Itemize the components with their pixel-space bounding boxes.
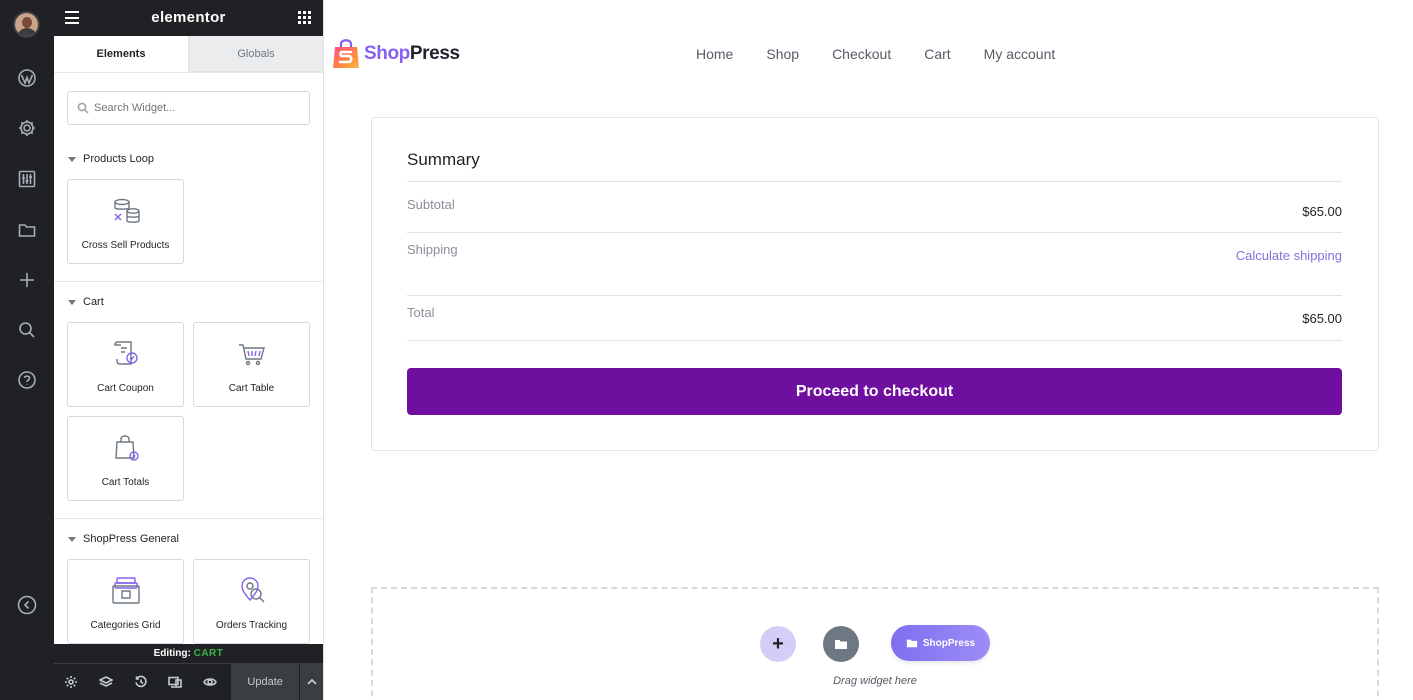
categories-grid-icon — [68, 574, 183, 608]
editing-document-name: CART — [193, 648, 224, 659]
shopping-bag-logo-icon — [333, 38, 360, 70]
widgets-list: Products Loop Cross Sell Products Cart C… — [54, 72, 323, 644]
editing-status: Editing: CART — [54, 644, 323, 664]
folder-icon — [835, 640, 847, 649]
proceed-to-checkout-button[interactable]: Proceed to checkout — [407, 368, 1342, 415]
search-icon[interactable] — [15, 318, 39, 342]
widget-cart-coupon[interactable]: Cart Coupon — [67, 322, 184, 407]
footer-settings-icon[interactable] — [54, 664, 89, 700]
nav-shop[interactable]: Shop — [766, 46, 799, 62]
widget-drop-area[interactable]: + ShopPress Drag widget here — [371, 587, 1379, 700]
elementor-panel: elementor Elements Globals Products Loop… — [54, 0, 324, 700]
shoppress-button-label: ShopPress — [922, 637, 976, 649]
total-label: Total — [407, 305, 435, 320]
add-section-button[interactable]: + — [760, 626, 796, 662]
widget-label: Cart Coupon — [97, 383, 154, 394]
cart-summary-card: Summary Subtotal $65.00 Shipping Calcula… — [371, 117, 1379, 451]
responsive-mode-icon[interactable] — [158, 664, 193, 700]
cross-sell-icon — [68, 194, 183, 228]
template-library-button[interactable] — [823, 626, 859, 662]
logo-press-text: Press — [409, 43, 460, 64]
folder-icon — [906, 639, 918, 648]
category-title: ShopPress General — [83, 533, 179, 545]
subtotal-label: Subtotal — [407, 197, 455, 212]
help-icon[interactable] — [15, 368, 39, 392]
logo-wordmark: ShopPress — [364, 43, 460, 65]
nav-checkout[interactable]: Checkout — [832, 46, 891, 62]
editor-rail — [0, 0, 54, 700]
widget-label: Cross Sell Products — [81, 240, 170, 251]
widget-label: Orders Tracking — [215, 620, 288, 631]
divider — [54, 281, 323, 282]
settings-gear-icon[interactable] — [15, 116, 39, 140]
panel-brand-title: elementor — [151, 9, 226, 26]
cart-coupon-icon — [68, 337, 183, 371]
page-preview: ShopPress Home Shop Checkout Cart My acc… — [324, 0, 1413, 700]
divider — [407, 232, 1342, 233]
caret-down-icon — [68, 299, 76, 305]
shoppress-templates-button[interactable]: ShopPress — [891, 625, 990, 661]
search-widget-input[interactable] — [94, 100, 294, 116]
navigator-layers-icon[interactable] — [89, 664, 124, 700]
tab-globals[interactable]: Globals — [188, 36, 323, 72]
widgets-grid-icon[interactable] — [298, 11, 311, 24]
add-plus-icon[interactable] — [15, 268, 39, 292]
panel-tabs: Elements Globals — [54, 36, 323, 72]
preview-eye-icon[interactable] — [192, 664, 227, 700]
divider — [407, 340, 1342, 341]
collapse-rail-icon[interactable] — [15, 593, 39, 617]
total-value: $65.00 — [1302, 311, 1342, 326]
widget-cart-table[interactable]: Cart Table — [193, 322, 310, 407]
panel-footer: Update — [54, 664, 323, 700]
divider — [407, 295, 1342, 296]
shoppress-logo[interactable]: ShopPress — [333, 38, 460, 70]
calculate-shipping-link[interactable]: Calculate shipping — [1236, 248, 1342, 263]
widget-cross-sell-products[interactable]: Cross Sell Products — [67, 179, 184, 264]
panel-header: elementor — [54, 0, 323, 36]
site-navigation: Home Shop Checkout Cart My account — [696, 46, 1088, 62]
cart-table-icon — [194, 337, 309, 371]
category-products-loop[interactable]: Products Loop — [68, 153, 154, 165]
editing-label: Editing: — [153, 648, 191, 659]
category-title: Cart — [83, 296, 104, 308]
search-widget-box — [67, 91, 310, 125]
logo-shop-text: Shop — [364, 43, 410, 64]
history-icon[interactable] — [123, 664, 158, 700]
tab-elements[interactable]: Elements — [54, 36, 188, 72]
drag-widget-hint: Drag widget here — [833, 675, 917, 687]
update-button[interactable]: Update — [231, 664, 300, 700]
category-shoppress-general[interactable]: ShopPress General — [68, 533, 179, 545]
subtotal-value: $65.00 — [1302, 204, 1342, 219]
widget-categories-grid[interactable]: Categories Grid — [67, 559, 184, 644]
search-icon — [77, 102, 89, 114]
cart-totals-icon — [68, 431, 183, 465]
wordpress-icon[interactable] — [15, 66, 39, 90]
nav-home[interactable]: Home — [696, 46, 733, 62]
update-options-chevron-up-icon[interactable] — [299, 664, 323, 700]
site-settings-icon[interactable] — [15, 167, 39, 191]
folder-icon[interactable] — [15, 218, 39, 242]
orders-tracking-icon — [194, 574, 309, 608]
shipping-label: Shipping — [407, 242, 458, 257]
caret-down-icon — [68, 536, 76, 542]
divider — [54, 518, 323, 519]
category-title: Products Loop — [83, 153, 154, 165]
widget-orders-tracking[interactable]: Orders Tracking — [193, 559, 310, 644]
nav-cart[interactable]: Cart — [924, 46, 950, 62]
user-avatar[interactable] — [13, 11, 40, 38]
category-cart[interactable]: Cart — [68, 296, 104, 308]
widget-label: Cart Table — [228, 383, 275, 394]
summary-title: Summary — [407, 150, 480, 169]
nav-my-account[interactable]: My account — [984, 46, 1056, 62]
caret-down-icon — [68, 156, 76, 162]
widget-cart-totals[interactable]: Cart Totals — [67, 416, 184, 501]
widget-label: Categories Grid — [90, 620, 161, 631]
divider — [407, 181, 1342, 182]
widget-label: Cart Totals — [101, 477, 150, 488]
